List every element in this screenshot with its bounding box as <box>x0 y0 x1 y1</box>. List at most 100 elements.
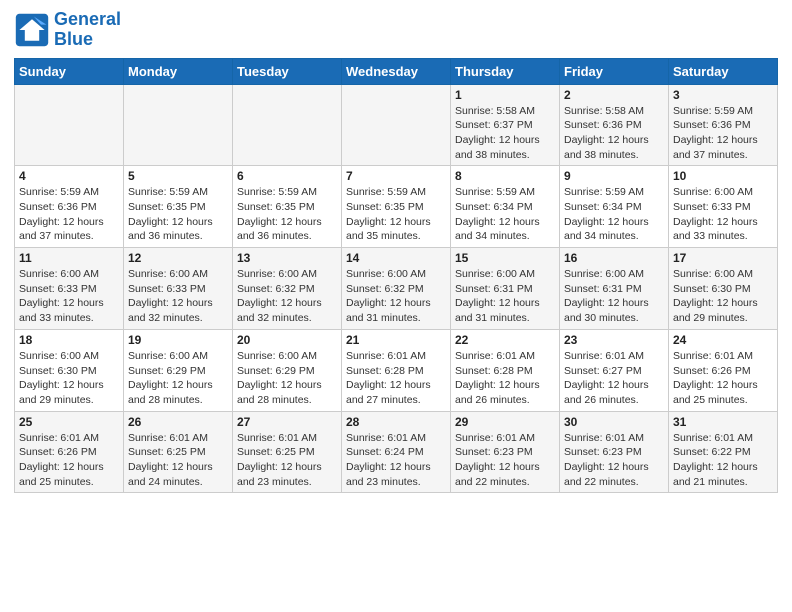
day-info: Sunrise: 6:00 AMSunset: 6:33 PMDaylight:… <box>673 185 773 244</box>
day-info: Sunrise: 6:00 AMSunset: 6:31 PMDaylight:… <box>564 267 664 326</box>
day-info: Sunrise: 6:01 AMSunset: 6:28 PMDaylight:… <box>455 349 555 408</box>
calendar-cell: 30 Sunrise: 6:01 AMSunset: 6:23 PMDayligh… <box>560 411 669 493</box>
day-number: 7 <box>346 169 446 183</box>
day-number: 18 <box>19 333 119 347</box>
day-info: Sunrise: 5:59 AMSunset: 6:35 PMDaylight:… <box>346 185 446 244</box>
calendar-cell: 16 Sunrise: 6:00 AMSunset: 6:31 PMDayligh… <box>560 248 669 330</box>
day-number: 22 <box>455 333 555 347</box>
day-info: Sunrise: 6:01 AMSunset: 6:25 PMDaylight:… <box>128 431 228 490</box>
calendar-cell: 9Sunrise: 5:59 AMSunset: 6:34 PMDaylight… <box>560 166 669 248</box>
day-info: Sunrise: 6:01 AMSunset: 6:27 PMDaylight:… <box>564 349 664 408</box>
day-info: Sunrise: 6:01 AMSunset: 6:28 PMDaylight:… <box>346 349 446 408</box>
calendar-cell: 8 Sunrise: 5:59 AMSunset: 6:34 PMDaylight… <box>451 166 560 248</box>
day-number: 12 <box>128 251 228 265</box>
day-info: Sunrise: 6:00 AMSunset: 6:32 PMDaylight:… <box>237 267 337 326</box>
weekday-header-row: SundayMondayTuesdayWednesdayThursdayFrid… <box>15 58 778 84</box>
calendar-cell <box>15 84 124 166</box>
calendar-cell: 12 Sunrise: 6:00 AMSunset: 6:33 PMDayligh… <box>124 248 233 330</box>
day-number: 27 <box>237 415 337 429</box>
calendar-cell: 28 Sunrise: 6:01 AMSunset: 6:24 PMDayligh… <box>342 411 451 493</box>
day-number: 6 <box>237 169 337 183</box>
day-number: 19 <box>128 333 228 347</box>
day-number: 5 <box>128 169 228 183</box>
day-number: 13 <box>237 251 337 265</box>
day-number: 28 <box>346 415 446 429</box>
day-number: 16 <box>564 251 664 265</box>
calendar-cell: 17 Sunrise: 6:00 AMSunset: 6:30 PMDayligh… <box>669 248 778 330</box>
day-number: 26 <box>128 415 228 429</box>
calendar-cell: 22 Sunrise: 6:01 AMSunset: 6:28 PMDayligh… <box>451 329 560 411</box>
day-info: Sunrise: 6:00 AMSunset: 6:30 PMDaylight:… <box>673 267 773 326</box>
calendar-cell: 10 Sunrise: 6:00 AMSunset: 6:33 PMDayligh… <box>669 166 778 248</box>
weekday-header-saturday: Saturday <box>669 58 778 84</box>
day-info: Sunrise: 6:00 AMSunset: 6:33 PMDaylight:… <box>128 267 228 326</box>
logo-icon <box>14 12 50 48</box>
weekday-header-monday: Monday <box>124 58 233 84</box>
calendar-week-5: 25 Sunrise: 6:01 AMSunset: 6:26 PMDayligh… <box>15 411 778 493</box>
day-info: Sunrise: 5:59 AMSunset: 6:35 PMDaylight:… <box>237 185 337 244</box>
calendar-cell: 19 Sunrise: 6:00 AMSunset: 6:29 PMDayligh… <box>124 329 233 411</box>
day-info: Sunrise: 5:59 AMSunset: 6:36 PMDaylight:… <box>19 185 119 244</box>
calendar-cell: 18 Sunrise: 6:00 AMSunset: 6:30 PMDayligh… <box>15 329 124 411</box>
day-info: Sunrise: 6:00 AMSunset: 6:30 PMDaylight:… <box>19 349 119 408</box>
day-number: 15 <box>455 251 555 265</box>
day-info: Sunrise: 5:58 AMSunset: 6:37 PMDaylight:… <box>455 104 555 163</box>
calendar-cell: 31 Sunrise: 6:01 AMSunset: 6:22 PMDayligh… <box>669 411 778 493</box>
day-info: Sunrise: 6:01 AMSunset: 6:23 PMDaylight:… <box>455 431 555 490</box>
day-info: Sunrise: 5:59 AMSunset: 6:35 PMDaylight:… <box>128 185 228 244</box>
day-number: 14 <box>346 251 446 265</box>
calendar-cell: 29 Sunrise: 6:01 AMSunset: 6:23 PMDayligh… <box>451 411 560 493</box>
day-info: Sunrise: 5:58 AMSunset: 6:36 PMDaylight:… <box>564 104 664 163</box>
calendar-cell: 20Sunrise: 6:00 AMSunset: 6:29 PMDayligh… <box>233 329 342 411</box>
calendar-cell: 27Sunrise: 6:01 AMSunset: 6:25 PMDayligh… <box>233 411 342 493</box>
day-number: 31 <box>673 415 773 429</box>
calendar-cell <box>342 84 451 166</box>
day-info: Sunrise: 5:59 AMSunset: 6:34 PMDaylight:… <box>455 185 555 244</box>
day-number: 11 <box>19 251 119 265</box>
weekday-header-sunday: Sunday <box>15 58 124 84</box>
calendar-cell: 24 Sunrise: 6:01 AMSunset: 6:26 PMDayligh… <box>669 329 778 411</box>
calendar-cell: 26 Sunrise: 6:01 AMSunset: 6:25 PMDayligh… <box>124 411 233 493</box>
day-info: Sunrise: 6:01 AMSunset: 6:22 PMDaylight:… <box>673 431 773 490</box>
day-info: Sunrise: 6:01 AMSunset: 6:26 PMDaylight:… <box>19 431 119 490</box>
day-number: 3 <box>673 88 773 102</box>
day-info: Sunrise: 6:00 AMSunset: 6:29 PMDaylight:… <box>128 349 228 408</box>
day-info: Sunrise: 5:59 AMSunset: 6:36 PMDaylight:… <box>673 104 773 163</box>
day-number: 30 <box>564 415 664 429</box>
calendar-cell: 25 Sunrise: 6:01 AMSunset: 6:26 PMDayligh… <box>15 411 124 493</box>
day-info: Sunrise: 6:00 AMSunset: 6:33 PMDaylight:… <box>19 267 119 326</box>
day-info: Sunrise: 6:00 AMSunset: 6:32 PMDaylight:… <box>346 267 446 326</box>
logo: General Blue <box>14 10 121 50</box>
page: General Blue SundayMondayTuesdayWednesda… <box>0 0 792 612</box>
day-number: 17 <box>673 251 773 265</box>
calendar-cell: 13 Sunrise: 6:00 AMSunset: 6:32 PMDayligh… <box>233 248 342 330</box>
day-number: 4 <box>19 169 119 183</box>
calendar-cell: 11 Sunrise: 6:00 AMSunset: 6:33 PMDayligh… <box>15 248 124 330</box>
calendar-cell: 7 Sunrise: 5:59 AMSunset: 6:35 PMDaylight… <box>342 166 451 248</box>
weekday-header-thursday: Thursday <box>451 58 560 84</box>
day-info: Sunrise: 6:01 AMSunset: 6:23 PMDaylight:… <box>564 431 664 490</box>
day-info: Sunrise: 6:01 AMSunset: 6:26 PMDaylight:… <box>673 349 773 408</box>
day-info: Sunrise: 6:00 AMSunset: 6:29 PMDaylight:… <box>237 349 337 408</box>
weekday-header-tuesday: Tuesday <box>233 58 342 84</box>
day-number: 23 <box>564 333 664 347</box>
calendar-cell: 1Sunrise: 5:58 AMSunset: 6:37 PMDaylight… <box>451 84 560 166</box>
calendar-cell: 4 Sunrise: 5:59 AMSunset: 6:36 PMDaylight… <box>15 166 124 248</box>
day-number: 21 <box>346 333 446 347</box>
day-number: 25 <box>19 415 119 429</box>
calendar-cell: 21 Sunrise: 6:01 AMSunset: 6:28 PMDayligh… <box>342 329 451 411</box>
day-number: 29 <box>455 415 555 429</box>
header: General Blue <box>14 10 778 50</box>
calendar: SundayMondayTuesdayWednesdayThursdayFrid… <box>14 58 778 494</box>
calendar-week-1: 1Sunrise: 5:58 AMSunset: 6:37 PMDaylight… <box>15 84 778 166</box>
calendar-week-4: 18 Sunrise: 6:00 AMSunset: 6:30 PMDayligh… <box>15 329 778 411</box>
day-info: Sunrise: 6:01 AMSunset: 6:24 PMDaylight:… <box>346 431 446 490</box>
day-number: 8 <box>455 169 555 183</box>
calendar-cell: 6 Sunrise: 5:59 AMSunset: 6:35 PMDaylight… <box>233 166 342 248</box>
weekday-header-wednesday: Wednesday <box>342 58 451 84</box>
weekday-header-friday: Friday <box>560 58 669 84</box>
calendar-cell <box>124 84 233 166</box>
calendar-cell: 5 Sunrise: 5:59 AMSunset: 6:35 PMDaylight… <box>124 166 233 248</box>
day-number: 10 <box>673 169 773 183</box>
day-number: 24 <box>673 333 773 347</box>
